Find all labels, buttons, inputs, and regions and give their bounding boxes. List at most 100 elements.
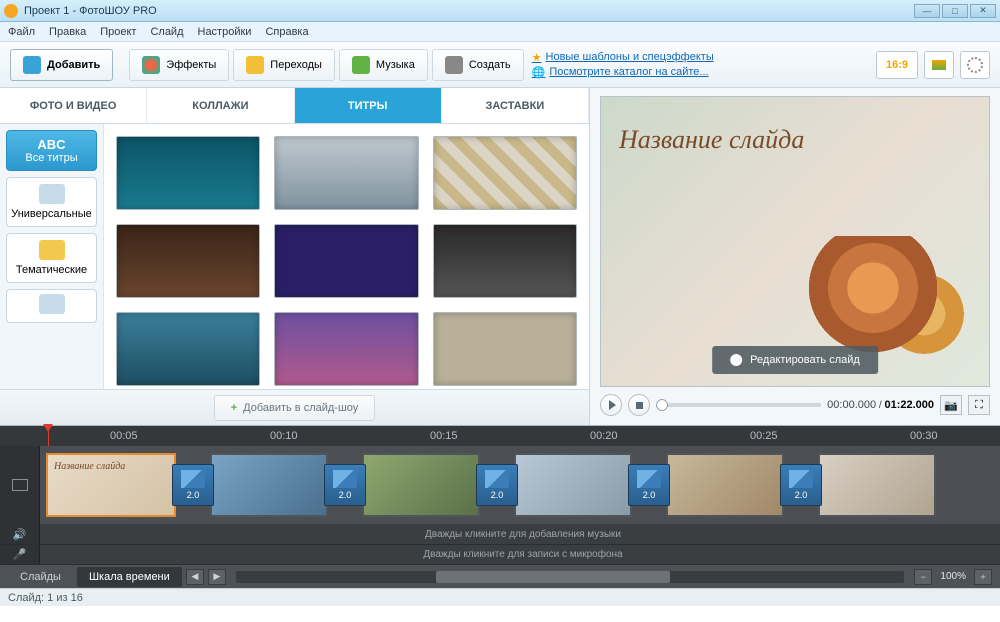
transition-icon	[181, 470, 205, 488]
zoom-level: 100%	[936, 571, 970, 582]
scrollbar-thumb[interactable]	[436, 571, 670, 583]
sidebar-item-thematic[interactable]: Тематические	[6, 233, 97, 283]
slide-title-text: Название слайда	[619, 125, 804, 155]
timeline-clip[interactable]	[666, 453, 784, 517]
status-text: Слайд: 1 из 16	[8, 592, 83, 604]
sidebar-item-all-titles[interactable]: ABC Все титры	[6, 130, 97, 171]
playback-bar: 00:00.000 / 01:22.000 📷 ⛶	[600, 391, 990, 419]
tab-titles[interactable]: ТИТРЫ	[295, 88, 442, 123]
transitions-button[interactable]: Переходы	[233, 49, 335, 81]
timeline-clip[interactable]	[362, 453, 480, 517]
sidebar-item-label: Тематические	[11, 264, 92, 276]
snapshot-button[interactable]: 📷	[940, 395, 962, 415]
stop-button[interactable]	[628, 394, 650, 416]
title-thumb[interactable]	[116, 224, 260, 298]
preview-viewport[interactable]: Название слайда Редактировать слайд	[600, 96, 990, 387]
tab-photo-video[interactable]: ФОТО И ВИДЕО	[0, 88, 147, 123]
aspect-ratio-button[interactable]: 16:9	[876, 51, 918, 79]
zoom-out-button[interactable]: −	[914, 569, 932, 585]
timeline-scrollbar[interactable]	[236, 571, 905, 583]
sunset-icon	[932, 60, 946, 70]
settings-button[interactable]	[960, 51, 990, 79]
pencil-icon	[730, 354, 742, 366]
transition-icon	[789, 470, 813, 488]
title-thumb[interactable]	[274, 136, 418, 210]
titles-grid[interactable]	[104, 124, 589, 389]
tab-intros[interactable]: ЗАСТАВКИ	[442, 88, 589, 123]
title-thumb[interactable]	[433, 312, 577, 386]
music-track[interactable]: 🔊 Дважды кликните для добавления музыки	[0, 524, 1000, 544]
sidebar-item-universal[interactable]: Универсальные	[6, 177, 97, 227]
titles-sidebar: ABC Все титры Универсальные Тематические	[0, 124, 104, 389]
tab-collages[interactable]: КОЛЛАЖИ	[147, 88, 294, 123]
zoom-in-button[interactable]: +	[974, 569, 992, 585]
create-button[interactable]: Создать	[432, 49, 524, 81]
note-icon	[352, 56, 370, 74]
menu-edit[interactable]: Правка	[49, 26, 86, 38]
promo-links: ★Новые шаблоны и спецэффекты 🌐Посмотрите…	[532, 51, 714, 79]
menu-help[interactable]: Справка	[265, 26, 308, 38]
abc-small-icon	[39, 294, 65, 314]
seek-handle[interactable]	[656, 399, 668, 411]
video-track-header[interactable]	[0, 446, 40, 524]
mic-track-header[interactable]: 🎤	[0, 545, 40, 564]
category-tabs: ФОТО И ВИДЕО КОЛЛАЖИ ТИТРЫ ЗАСТАВКИ	[0, 88, 589, 124]
add-button[interactable]: Добавить	[10, 49, 113, 81]
title-thumb[interactable]	[433, 224, 577, 298]
reel-icon	[445, 56, 463, 74]
transition[interactable]: 2.0	[172, 464, 214, 506]
theme-button[interactable]	[924, 51, 954, 79]
menu-settings[interactable]: Настройки	[198, 26, 252, 38]
effects-button[interactable]: Эффекты	[129, 49, 229, 81]
transition[interactable]: 2.0	[324, 464, 366, 506]
time-ruler[interactable]: 00:05 00:10 00:15 00:20 00:25 00:30	[0, 426, 1000, 446]
stop-icon	[636, 402, 643, 409]
timeline: 00:05 00:10 00:15 00:20 00:25 00:30 Назв…	[0, 426, 1000, 588]
app-icon	[4, 4, 18, 18]
fullscreen-button[interactable]: ⛶	[968, 395, 990, 415]
menu-file[interactable]: Файл	[8, 26, 35, 38]
playhead[interactable]	[48, 426, 49, 446]
transition[interactable]: 2.0	[628, 464, 670, 506]
sidebar-item-label: Универсальные	[11, 208, 92, 220]
music-button[interactable]: Музыка	[339, 49, 428, 81]
transition[interactable]: 2.0	[476, 464, 518, 506]
titlebar: Проект 1 - ФотоШОУ PRO — □ ✕	[0, 0, 1000, 22]
seek-slider[interactable]	[656, 403, 821, 407]
menu-project[interactable]: Проект	[100, 26, 136, 38]
tab-slides-view[interactable]: Слайды	[8, 567, 73, 587]
menu-slide[interactable]: Слайд	[150, 26, 183, 38]
title-thumb[interactable]	[116, 312, 260, 386]
transition-icon	[333, 470, 357, 488]
title-thumb[interactable]	[116, 136, 260, 210]
timeline-clip[interactable]: Название слайда	[46, 453, 176, 517]
promo-templates-link[interactable]: ★Новые шаблоны и спецэффекты	[532, 51, 714, 64]
timeline-clip[interactable]	[818, 453, 936, 517]
edit-slide-button[interactable]: Редактировать слайд	[712, 346, 878, 374]
music-track-header[interactable]: 🔊	[0, 524, 40, 544]
timecode: 00:00.000 / 01:22.000	[827, 399, 934, 411]
sidebar-item-more[interactable]	[6, 289, 97, 323]
title-thumb[interactable]	[433, 136, 577, 210]
play-button[interactable]	[600, 394, 622, 416]
timeline-clip[interactable]	[514, 453, 632, 517]
add-to-slideshow-button[interactable]: + Добавить в слайд-шоу	[214, 395, 376, 421]
transition[interactable]: 2.0	[780, 464, 822, 506]
video-track[interactable]: Название слайда 2.0 2.0 2.0 2.0 2.0	[0, 446, 1000, 524]
tab-timeline-view[interactable]: Шкала времени	[77, 567, 182, 587]
promo-catalog-link[interactable]: 🌐Посмотрите каталог на сайте...	[532, 66, 714, 79]
title-thumb[interactable]	[274, 224, 418, 298]
mic-track[interactable]: 🎤 Дважды кликните для записи с микрофона	[0, 544, 1000, 564]
camera-icon: 📷	[944, 399, 958, 412]
fullscreen-icon: ⛶	[975, 399, 983, 412]
minimize-button[interactable]: —	[914, 4, 940, 18]
gift-icon	[39, 240, 65, 260]
close-button[interactable]: ✕	[970, 4, 996, 18]
scroll-left-button[interactable]: ◀	[186, 569, 204, 585]
maximize-button[interactable]: □	[942, 4, 968, 18]
timeline-clip[interactable]	[210, 453, 328, 517]
title-thumb[interactable]	[274, 312, 418, 386]
status-bar: Слайд: 1 из 16	[0, 588, 1000, 606]
sidebar-item-label: Все титры	[11, 152, 92, 164]
scroll-right-button[interactable]: ▶	[208, 569, 226, 585]
